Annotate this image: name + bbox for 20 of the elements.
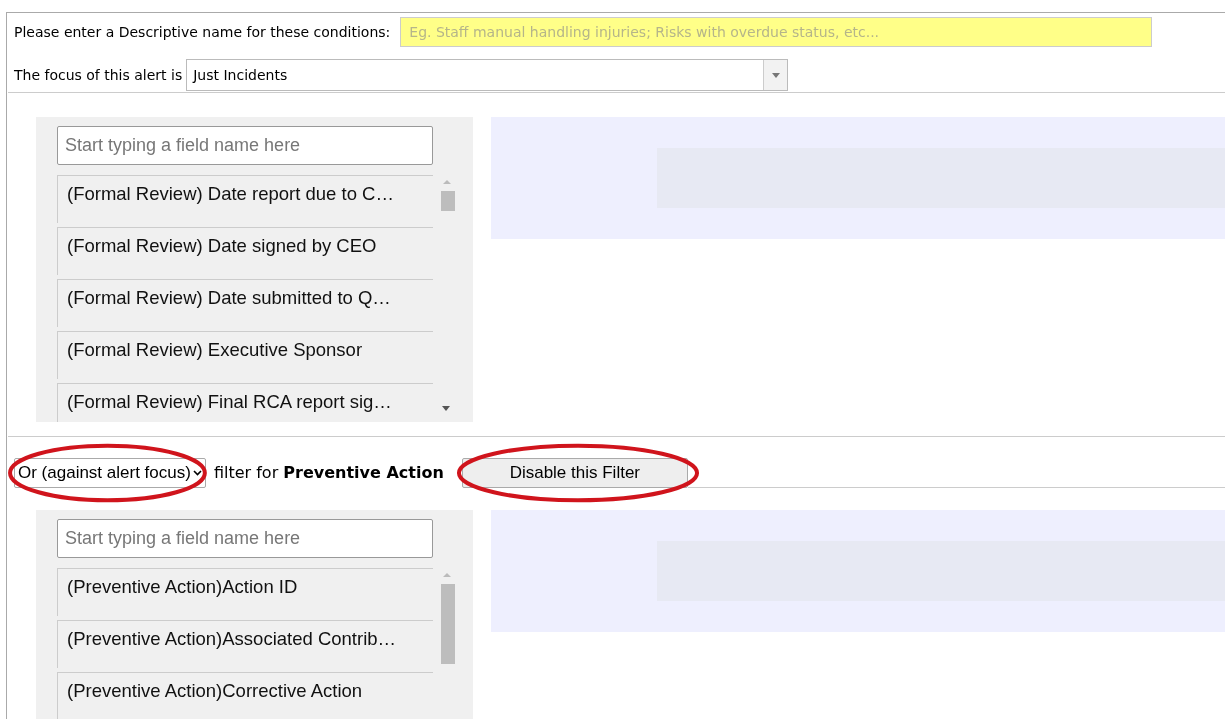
dropdown-arrow-icon — [771, 72, 780, 78]
field-list-item[interactable]: (Formal Review) Executive Sponsor — [57, 331, 433, 379]
field-label: The focus of this alert is — [14, 65, 183, 85]
field-list-item[interactable]: (Preventive Action)Action ID — [57, 568, 433, 616]
field-label: Please enter a Descriptive name for these conditions: — [14, 22, 391, 42]
field-search-input[interactable]: Start typing a field name here — [57, 126, 433, 165]
field-list-item[interactable]: (Formal Review) Final RCA report sig… — [57, 383, 433, 422]
field-list-item[interactable]: (Formal Review) Date report due to C… — [57, 175, 433, 223]
name-input-field[interactable]: Eg. Staff manual handling injuries; Risks with overdue status, etc... — [400, 17, 1153, 47]
field-search-input[interactable]: Start typing a field name here — [57, 519, 433, 558]
chevron-down-icon — [192, 470, 202, 476]
combinator-dropdown[interactable]: Or (against alert focus) — [14, 458, 206, 488]
field-list-item[interactable]: (Formal Review) Date signed by CEO — [57, 227, 433, 275]
disable-filter-button[interactable]: Disable this Filter — [461, 458, 688, 488]
filter-caption: filter for Preventive Action — [213, 462, 444, 484]
field-list-item[interactable]: (Preventive Action)Associated Contrib… — [57, 620, 433, 668]
field-list-item[interactable]: (Preventive Action)Corrective Action — [57, 672, 433, 719]
focus-dropdown[interactable]: Just Incidents — [186, 59, 789, 91]
scroll-down-arrow-icon[interactable] — [442, 406, 450, 411]
field-list-item[interactable]: (Formal Review) Date submitted to Q… — [57, 279, 433, 327]
